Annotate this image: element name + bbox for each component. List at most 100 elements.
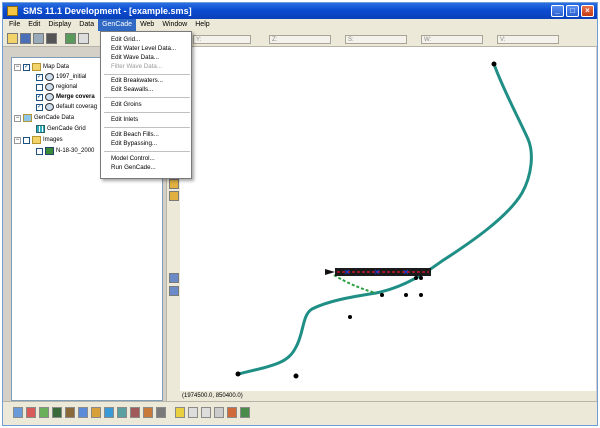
tree-item-label: regional (56, 84, 78, 90)
folder-icon (32, 63, 41, 71)
checkbox-unchecked[interactable] (36, 83, 43, 91)
checkbox-unchecked[interactable] (36, 147, 43, 155)
checkbox-unchecked[interactable] (23, 136, 30, 144)
module-icon[interactable] (117, 407, 127, 418)
minimize-button[interactable]: _ (551, 5, 564, 17)
checkbox-checked[interactable]: ✓ (36, 103, 43, 111)
menu-window[interactable]: Window (158, 19, 191, 31)
coord-s-field[interactable]: S: (345, 35, 407, 44)
menu-web[interactable]: Web (136, 19, 158, 31)
menu-file[interactable]: File (5, 19, 24, 31)
tree-item-merge-coverage[interactable]: ✓ Merge covera (36, 92, 95, 102)
coord-w-field[interactable]: W: (421, 35, 483, 44)
tree-item-gencade-data[interactable]: − GenCade Data (14, 113, 74, 123)
menu-data[interactable]: Data (75, 19, 98, 31)
tree-item-map-data[interactable]: − ✓ Map Data (14, 62, 69, 72)
tree-item-regional[interactable]: regional (36, 82, 77, 92)
menu-item-edit-groins[interactable]: Edit Groins (111, 100, 142, 110)
shoreline-dashed-segment (333, 274, 377, 294)
checkbox-checked[interactable]: ✓ (23, 63, 30, 71)
menu-separator (104, 74, 190, 75)
menu-bar: File Edit Display Data GenCade Web Windo… (3, 19, 597, 31)
module-icon[interactable] (39, 407, 49, 418)
tree-item-default-coverage[interactable]: ✓ default coverag (36, 102, 97, 112)
menu-item-edit-bypassing[interactable]: Edit Bypassing... (111, 139, 157, 149)
checkbox-checked[interactable]: ✓ (36, 93, 43, 101)
tree-item-label: 1997_initial (56, 74, 87, 80)
checkbox-checked[interactable]: ✓ (36, 73, 43, 81)
tree-item-n-18-30-2000[interactable]: N-18-30_2000 (36, 146, 94, 156)
tool-icon[interactable] (201, 407, 211, 418)
module-icon[interactable] (78, 407, 88, 418)
vertical-tool-icon[interactable] (169, 191, 179, 201)
main-toolbar: Y: Z: S: W: V: (3, 31, 597, 47)
module-icon[interactable] (13, 407, 23, 418)
menu-edit[interactable]: Edit (24, 19, 44, 31)
tree-item-label: default coverag (56, 104, 98, 110)
gencade-dropdown-menu: Edit Grid... Edit Water Level Data... Ed… (100, 31, 192, 179)
module-icon[interactable] (91, 407, 101, 418)
module-icon[interactable] (52, 407, 62, 418)
module-icon[interactable] (26, 407, 36, 418)
shoreline-line (236, 62, 533, 376)
point-marker (414, 276, 418, 280)
print-icon[interactable] (33, 33, 44, 44)
menu-item-filter-wave-data: Filter Wave Data... (111, 63, 163, 70)
menu-item-edit-seawalls[interactable]: Edit Seawalls... (111, 85, 153, 95)
save-icon[interactable] (20, 33, 31, 44)
folder-icon (32, 136, 41, 144)
coord-v-field[interactable]: V: (497, 35, 559, 44)
module-icon[interactable] (104, 407, 114, 418)
zoom-icon[interactable] (78, 33, 89, 44)
tool-icon[interactable] (188, 407, 198, 418)
coord-z-field[interactable]: Z: (269, 35, 331, 44)
module-icon[interactable] (130, 407, 140, 418)
status-bar: (1974500.0, 850400.0) (180, 391, 596, 401)
module-icon[interactable] (65, 407, 75, 418)
map-canvas[interactable] (180, 47, 596, 391)
point-marker (380, 293, 384, 297)
menu-display[interactable]: Display (44, 19, 75, 31)
title-bar[interactable]: SMS 11.1 Development - [example.sms] _ □… (3, 3, 597, 19)
collapse-icon[interactable]: − (14, 136, 21, 144)
menu-item-run-gencade[interactable]: Run GenCade... (111, 163, 156, 173)
coverage-icon (45, 73, 54, 81)
map-drawing (235, 61, 533, 379)
tool-icon[interactable] (240, 407, 250, 418)
coverage-icon (45, 103, 54, 111)
tree-item-1997-initial[interactable]: ✓ 1997_initial (36, 72, 86, 82)
grid-icon (36, 125, 45, 133)
open-folder-icon[interactable] (7, 33, 18, 44)
vertical-tool-icon[interactable] (169, 286, 179, 296)
gencade-folder-icon (23, 114, 32, 122)
tool-icon[interactable] (227, 407, 237, 418)
coverage-icon (45, 83, 54, 91)
vertical-tool-icon[interactable] (169, 179, 179, 189)
status-coordinates: (1974500.0, 850400.0) (182, 393, 243, 399)
delete-icon[interactable] (46, 33, 57, 44)
menu-item-edit-inlets[interactable]: Edit Inlets (111, 115, 138, 125)
tree-item-label: Map Data (43, 64, 70, 70)
tree-item-gencade-grid[interactable]: GenCade Grid (36, 124, 86, 134)
tree-item-images[interactable]: − Images (14, 135, 63, 145)
maximize-button[interactable]: □ (566, 5, 579, 17)
module-icon[interactable] (143, 407, 153, 418)
menu-separator (104, 97, 190, 98)
menu-help[interactable]: Help (191, 19, 213, 31)
point-marker (419, 276, 423, 280)
module-icon[interactable] (156, 407, 166, 418)
tool-icon[interactable] (214, 407, 224, 418)
vertex-node (293, 373, 299, 379)
menu-gencade[interactable]: GenCade (98, 19, 137, 31)
coord-y-field[interactable]: Y: (193, 35, 251, 44)
vertical-tool-icon[interactable] (169, 273, 179, 283)
close-button[interactable]: × (581, 5, 594, 17)
window-title: SMS 11.1 Development - [example.sms] (23, 6, 192, 16)
menu-separator (104, 112, 190, 113)
tree-item-label: Images (43, 137, 63, 143)
app-window: SMS 11.1 Development - [example.sms] _ □… (2, 2, 598, 426)
collapse-icon[interactable]: − (14, 114, 21, 122)
collapse-icon[interactable]: − (14, 63, 21, 71)
tool-icon[interactable] (175, 407, 185, 418)
refresh-icon[interactable] (65, 33, 76, 44)
